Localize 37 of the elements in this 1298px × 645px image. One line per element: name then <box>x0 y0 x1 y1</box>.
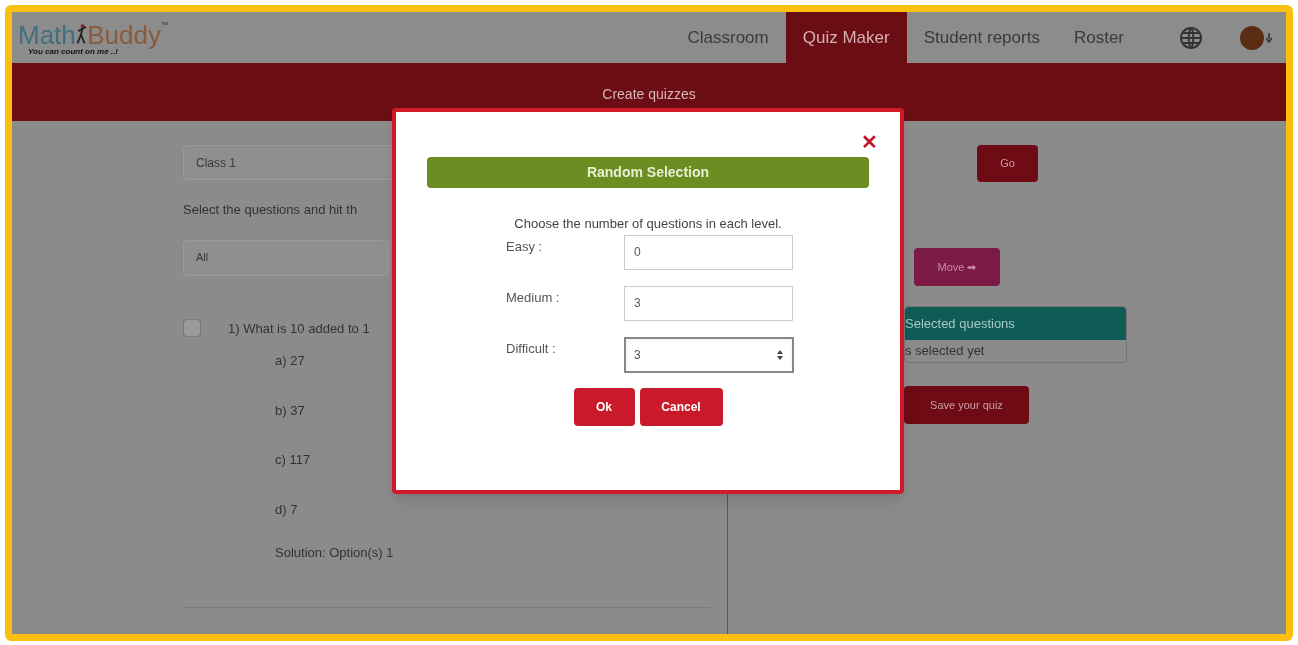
count-field[interactable]: 3 <box>624 336 794 373</box>
instruction-text: Select the questions and hit th <box>183 201 359 219</box>
answer-option: c) 117 <box>275 450 311 470</box>
logo-tagline: You can count on me ..! <box>28 47 118 56</box>
avatar[interactable] <box>1240 25 1264 50</box>
dialog-instruction: Choose the number of questions in each level. <box>513 215 783 233</box>
answer-option: d) 7 <box>275 499 298 519</box>
ok-button[interactable]: Ok <box>573 387 635 426</box>
close-button[interactable]: ✕ <box>861 132 878 152</box>
nav-tab[interactable]: Roster <box>1056 12 1141 63</box>
solution-text: Solution: Option(s) 1 <box>275 544 395 562</box>
answer-option: b) 37 <box>275 400 305 420</box>
dialog-header: Random Selection <box>427 157 869 188</box>
level-label: Easy : <box>506 237 544 256</box>
globe-icon[interactable] <box>1179 25 1203 50</box>
panel-header: Selected questions <box>905 307 1126 340</box>
nav-tab[interactable]: Student reports <box>906 12 1057 63</box>
count-field[interactable]: 3 <box>624 285 793 321</box>
nav-tab[interactable]: Quiz Maker <box>785 12 907 63</box>
filter-dropdown[interactable]: All <box>183 239 389 276</box>
question-checkbox[interactable] <box>183 319 201 338</box>
page-banner-title: Create quizzes <box>602 85 696 104</box>
caret-down-icon[interactable] <box>1266 32 1272 43</box>
count-field[interactable]: 0 <box>624 234 793 270</box>
answer-option: a) 27 <box>275 351 305 371</box>
save-quiz-button[interactable]: Save your quiz <box>904 386 1029 424</box>
logo-text: Math <box>18 21 76 48</box>
empty-message: s selected yet <box>905 342 986 361</box>
cancel-button[interactable]: Cancel <box>639 387 723 426</box>
move-button[interactable]: Move ➡ <box>914 248 1000 286</box>
logo-text: Buddy <box>87 21 161 48</box>
spinner-icon[interactable] <box>776 348 784 361</box>
nav-tab[interactable]: Classroom <box>670 12 786 63</box>
level-label: Difficult : <box>506 339 557 358</box>
question-text: 1) What is 10 added to 1 <box>228 319 370 338</box>
go-button[interactable]: Go <box>977 145 1038 182</box>
level-label: Medium : <box>506 288 561 307</box>
